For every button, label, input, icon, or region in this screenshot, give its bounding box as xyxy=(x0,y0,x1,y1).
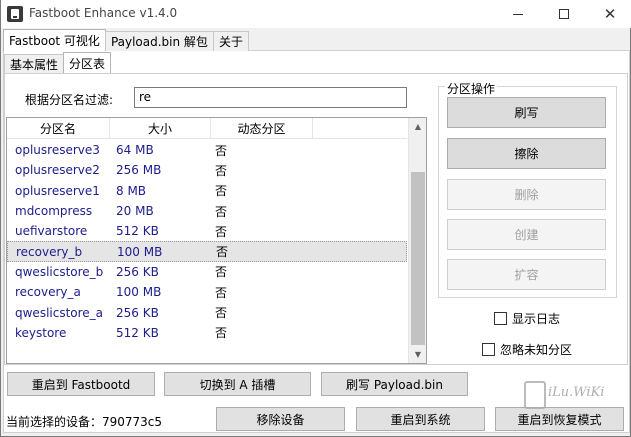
partition-dynamic-cell: 否 xyxy=(215,265,228,280)
partition-name-cell: qweslicstore_a xyxy=(15,305,104,320)
watermark-logo-icon xyxy=(524,381,546,409)
tab-fastboot-visual[interactable]: Fastboot 可视化 xyxy=(3,29,106,51)
scroll-up-icon[interactable]: ▲ xyxy=(409,118,426,135)
reboot-fastbootd-button[interactable]: 重启到 Fastbootd xyxy=(7,372,155,396)
close-button[interactable]: ✕ xyxy=(587,0,631,28)
table-row[interactable]: oplusreserve3 64 MB 否 xyxy=(7,140,407,160)
ignore-unknown-checkbox[interactable]: 忽略未知分区 xyxy=(482,341,572,358)
app-icon xyxy=(7,6,23,22)
sub-tabs: 基本属性 分区表 xyxy=(4,52,112,74)
watermark: iLu.WiKi xyxy=(524,381,624,431)
partition-size-cell: 256 MB xyxy=(116,163,162,178)
partition-name-cell: oplusreserve1 xyxy=(15,183,100,198)
show-log-checkbox[interactable]: 显示日志 xyxy=(494,310,560,327)
partition-name-cell: recovery_b xyxy=(16,244,83,259)
partition-size-cell: 512 KB xyxy=(116,224,159,239)
scroll-thumb[interactable] xyxy=(411,172,425,345)
maximize-icon xyxy=(559,9,569,19)
watermark-text: iLu.WiKi xyxy=(548,385,605,400)
column-header-name[interactable]: 分区名 xyxy=(7,118,110,139)
ignore-unknown-label: 忽略未知分区 xyxy=(500,343,573,357)
table-row[interactable]: keystore 512 KB 否 xyxy=(7,323,407,343)
resize-button[interactable]: 扩容 xyxy=(447,259,606,290)
close-icon: ✕ xyxy=(603,4,617,23)
show-log-label: 显示日志 xyxy=(512,312,561,326)
tab-about[interactable]: 关于 xyxy=(212,31,249,51)
partition-dynamic-cell: 否 xyxy=(215,306,228,321)
tab-partition-table[interactable]: 分区表 xyxy=(63,52,112,73)
minimize-button[interactable] xyxy=(495,0,541,28)
partition-name-cell: oplusreserve3 xyxy=(15,143,100,158)
column-header-size[interactable]: 大小 xyxy=(110,118,211,139)
partition-dynamic-cell: 否 xyxy=(215,184,228,199)
table-row[interactable]: oplusreserve2 256 MB 否 xyxy=(7,160,407,180)
delete-button[interactable]: 删除 xyxy=(447,179,606,210)
table-header: 分区名 大小 动态分区 xyxy=(7,118,407,139)
vertical-scrollbar[interactable]: ▲ ▼ xyxy=(408,118,426,363)
partition-size-cell: 20 MB xyxy=(116,204,154,219)
partition-dynamic-cell: 否 xyxy=(216,245,229,260)
title-bar[interactable]: Fastboot Enhance v1.4.0 ✕ xyxy=(1,0,631,28)
column-header-dynamic[interactable]: 动态分区 xyxy=(211,118,313,139)
table-row[interactable]: recovery_b 100 MB 否 xyxy=(7,241,407,262)
partition-dynamic-cell: 否 xyxy=(215,326,228,341)
partition-size-cell: 64 MB xyxy=(116,143,154,158)
current-device-status: 当前选择的设备：790773c5 xyxy=(6,415,163,429)
partition-name-cell: recovery_a xyxy=(15,285,81,300)
tab-payload-unpack[interactable]: Payload.bin 解包 xyxy=(104,31,214,51)
filter-label: 根据分区名过滤: xyxy=(25,93,114,107)
flash-payload-button[interactable]: 刷写 Payload.bin xyxy=(321,372,468,396)
partition-size-cell: 8 MB xyxy=(116,183,147,198)
main-tabs: Fastboot 可视化 Payload.bin 解包 关于 xyxy=(3,29,249,51)
show-log-checkbox-box[interactable] xyxy=(494,312,507,325)
scroll-down-icon[interactable]: ▼ xyxy=(409,346,426,363)
flash-button[interactable]: 刷写 xyxy=(447,97,606,128)
maximize-button[interactable] xyxy=(541,0,587,28)
partition-name-cell: keystore xyxy=(15,325,67,340)
partition-size-cell: 512 KB xyxy=(116,325,159,340)
partition-size-cell: 100 MB xyxy=(117,244,163,259)
partition-dynamic-cell: 否 xyxy=(215,285,228,300)
tab-basic-properties[interactable]: 基本属性 xyxy=(4,54,65,73)
partition-size-cell: 256 KB xyxy=(116,264,159,279)
remove-device-button[interactable]: 移除设备 xyxy=(216,407,345,431)
create-button[interactable]: 创建 xyxy=(447,219,606,250)
erase-button[interactable]: 擦除 xyxy=(447,138,606,169)
table-row[interactable]: oplusreserve1 8 MB 否 xyxy=(7,181,407,201)
table-row[interactable]: uefivarstore 512 KB 否 xyxy=(7,221,407,241)
table-row[interactable]: qweslicstore_a 256 KB 否 xyxy=(7,302,407,322)
partition-size-cell: 100 MB xyxy=(116,285,162,300)
app-window: Fastboot Enhance v1.4.0 ✕ Fastboot 可视化 P… xyxy=(0,0,631,437)
partition-dynamic-cell: 否 xyxy=(215,224,228,239)
table-row[interactable]: recovery_a 100 MB 否 xyxy=(7,282,407,302)
table-row[interactable]: mdcompress 20 MB 否 xyxy=(7,201,407,221)
table-body: oplusreserve3 64 MB 否 oplusreserve2 256 MB 否 o… xyxy=(7,140,407,343)
window-title: Fastboot Enhance v1.4.0 xyxy=(29,6,178,20)
switch-slot-a-button[interactable]: 切换到 A 插槽 xyxy=(164,372,311,396)
partition-dynamic-cell: 否 xyxy=(215,143,228,158)
filter-input[interactable]: re xyxy=(134,87,407,108)
column-header-filler xyxy=(313,118,407,139)
table-row[interactable]: qweslicstore_b 256 KB 否 xyxy=(7,262,407,282)
partition-name-cell: oplusreserve2 xyxy=(15,163,100,178)
partition-dynamic-cell: 否 xyxy=(215,204,228,219)
minimize-icon xyxy=(513,13,523,15)
partition-name-cell: uefivarstore xyxy=(15,224,88,239)
partition-list[interactable]: 分区名 大小 动态分区 oplusreserve3 64 MB 否 oplusrese… xyxy=(6,117,427,364)
reboot-system-button[interactable]: 重启到系统 xyxy=(356,407,485,431)
partition-dynamic-cell: 否 xyxy=(215,163,228,178)
partition-name-cell: mdcompress xyxy=(15,204,93,219)
partition-ops-title: 分区操作 xyxy=(445,80,498,97)
partition-name-cell: qweslicstore_b xyxy=(15,264,104,279)
partition-size-cell: 256 KB xyxy=(116,305,159,320)
ignore-unknown-checkbox-box[interactable] xyxy=(482,343,495,356)
